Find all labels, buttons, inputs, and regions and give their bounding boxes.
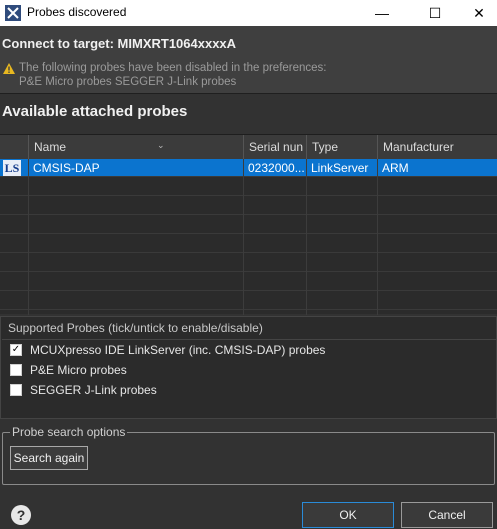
probe-option-label: SEGGER J-Link probes [30,383,157,397]
column-divider [306,159,307,315]
supported-probes-label: Supported Probes (tick/untick to enable/… [8,321,263,335]
supported-probes-panel: Supported Probes (tick/untick to enable/… [0,316,497,419]
probe-option-segger[interactable]: SEGGER J-Link probes [1,381,496,401]
probe-option-linkserver[interactable]: ✓ MCUXpresso IDE LinkServer (inc. CMSIS-… [1,341,496,361]
maximize-icon: ☐ [428,4,442,21]
window-title: Probes discovered [27,5,127,19]
sort-descending-icon: ⌄ [157,140,165,150]
probe-manufacturer-cell: ARM [382,161,409,175]
empty-table-row [0,254,497,272]
probe-type-cell: LinkServer [311,161,369,175]
supported-probes-divider [2,339,496,340]
close-button[interactable]: ✕ [456,0,497,26]
group-legend: Probe search options [10,425,128,439]
column-header-label: Type [312,140,339,154]
checkbox-checked[interactable]: ✓ [10,344,22,356]
column-header-name[interactable]: ⌄ Name [28,135,243,159]
empty-table-row [0,273,497,291]
warning-text-line1: The following probes have been disabled … [19,62,327,74]
probe-option-label: MCUXpresso IDE LinkServer (inc. CMSIS-DA… [30,343,326,357]
linkserver-icon: LS [3,160,21,176]
column-header-label: Serial nun [249,140,304,154]
probe-search-options-group: Probe search options Search again [2,425,495,485]
close-icon: ✕ [473,4,485,21]
search-again-button[interactable]: Search again [10,446,88,470]
column-header-label: Name [34,140,67,154]
minimize-icon: — [375,5,389,21]
probe-option-label: P&E Micro probes [30,363,127,377]
cancel-button[interactable]: Cancel [401,502,493,528]
warning-triangle-icon [3,63,15,74]
probe-name-cell: CMSIS-DAP [33,161,100,175]
ok-button[interactable]: OK [302,502,394,528]
table-row[interactable]: LS CMSIS-DAP 0232000... LinkServer ARM [0,159,497,177]
title-bar: Probes discovered — ☐ ✕ [0,0,497,26]
probes-table[interactable]: ⌄ Name Serial nun Type Manufacturer LS C… [0,134,497,315]
probe-serial-cell: 0232000... [248,161,305,175]
dialog-title: Connect to target: MIMXRT1064xxxxA [2,36,237,51]
help-icon[interactable]: ? [11,505,31,525]
maximize-button[interactable]: ☐ [412,0,458,26]
empty-table-row [0,178,497,196]
column-header-label: Manufacturer [383,140,454,154]
empty-table-row [0,235,497,253]
column-header-manufacturer[interactable]: Manufacturer [377,135,497,159]
column-divider [28,159,29,315]
empty-table-row [0,216,497,234]
probe-option-pemicro[interactable]: P&E Micro probes [1,361,496,381]
column-header-serial[interactable]: Serial nun [243,135,306,159]
table-header: ⌄ Name Serial nun Type Manufacturer [0,135,497,159]
column-divider [377,159,378,315]
empty-table-row [0,292,497,310]
checkbox-unchecked[interactable] [10,364,22,376]
header-divider [0,93,497,94]
mcuxpresso-x-icon [5,5,21,21]
warning-text-line2: P&E Micro probes SEGGER J-Link probes [19,76,237,88]
column-header-type[interactable]: Type [306,135,377,159]
section-title: Available attached probes [2,103,188,120]
dialog-header: Connect to target: MIMXRT1064xxxxA The f… [0,26,497,93]
checkbox-unchecked[interactable] [10,384,22,396]
minimize-button[interactable]: — [359,0,405,26]
column-divider [243,159,244,315]
empty-table-row [0,197,497,215]
